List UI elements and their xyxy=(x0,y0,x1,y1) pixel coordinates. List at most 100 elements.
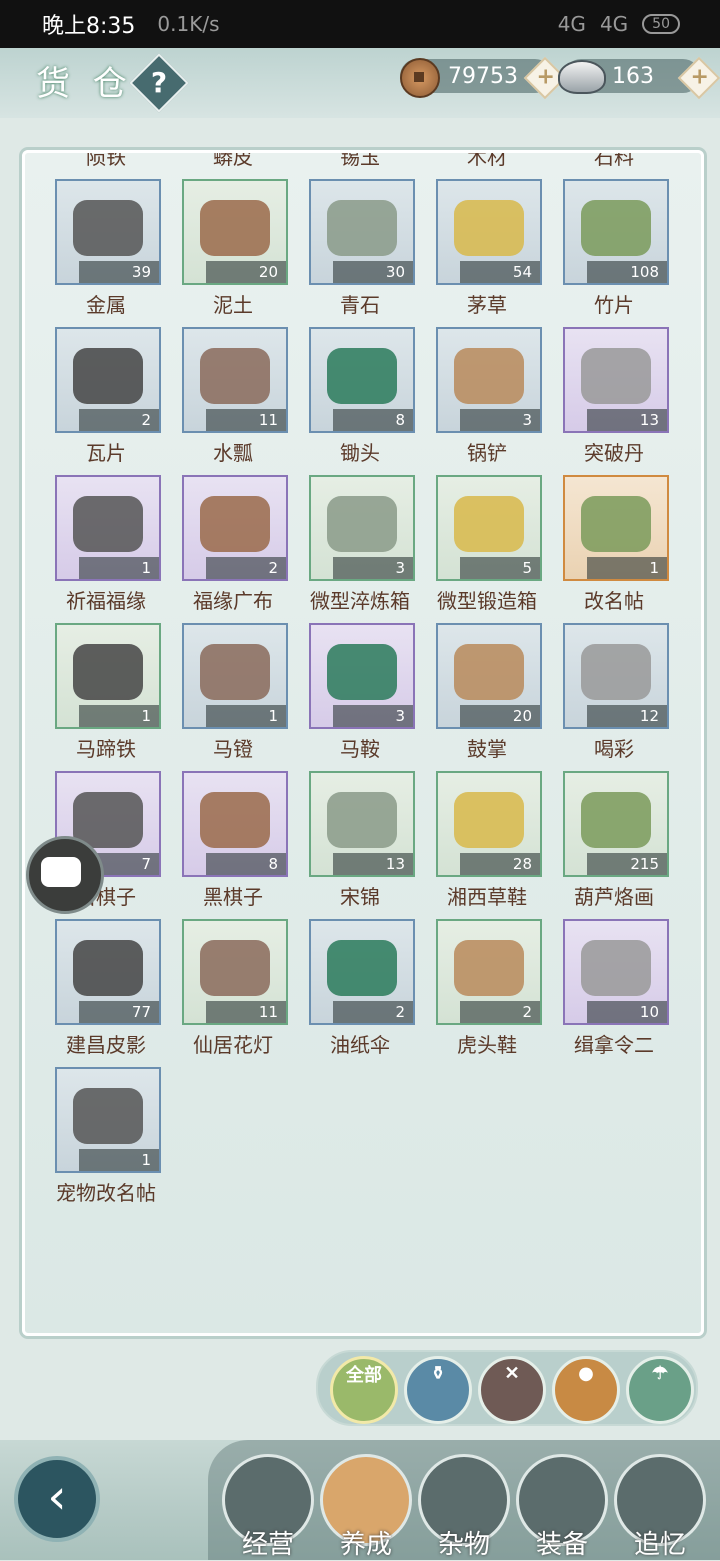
item-tile[interactable]: 10 xyxy=(563,919,669,1025)
inventory-item[interactable]: 39 金属 xyxy=(55,179,161,318)
item-tile[interactable]: 5 xyxy=(436,475,542,581)
inventory-item[interactable]: 4木材 xyxy=(436,153,542,170)
nav-jingying[interactable]: 经营 xyxy=(222,1454,314,1560)
item-quantity: 215 xyxy=(587,853,667,875)
inventory-item[interactable]: 3 微型淬炼箱 xyxy=(309,475,415,614)
item-tile[interactable]: 13 xyxy=(309,771,415,877)
item-tile[interactable]: 8 xyxy=(309,327,415,433)
item-tile[interactable]: 3 xyxy=(436,327,542,433)
item-name: 瓦片 xyxy=(86,441,126,465)
item-tile[interactable]: 2 xyxy=(182,475,288,581)
nav-yangcheng[interactable]: 养成 xyxy=(320,1454,412,1560)
inventory-item[interactable]: 10 缉拿令二 xyxy=(563,919,669,1058)
umbrella-icon xyxy=(327,939,397,996)
item-tile[interactable]: 20 xyxy=(182,179,288,285)
inventory-item[interactable]: 5 微型锻造箱 xyxy=(436,475,542,614)
filter-bag-button[interactable]: ⚱ xyxy=(404,1356,472,1424)
inventory-item[interactable]: 3 锅铲 xyxy=(436,327,542,466)
nav-zhuiyi[interactable]: 追忆 xyxy=(614,1454,706,1560)
item-tile[interactable]: 3 xyxy=(309,475,415,581)
inventory-item[interactable]: 2 虎头鞋 xyxy=(436,919,542,1058)
inventory-item[interactable]: 25蟒皮 xyxy=(182,153,288,170)
inventory-item[interactable]: 30 青石 xyxy=(309,179,415,318)
item-tile[interactable]: 54 xyxy=(436,179,542,285)
item-tile[interactable]: 1 xyxy=(563,475,669,581)
lucky-bag-icon xyxy=(200,495,270,552)
item-tile[interactable]: 1 xyxy=(55,475,161,581)
item-tile[interactable]: 12 xyxy=(563,623,669,729)
item-tile[interactable]: 39 xyxy=(55,179,161,285)
item-tile[interactable]: 108 xyxy=(563,179,669,285)
inventory-item[interactable]: 1 祈福福缘 xyxy=(55,475,161,614)
nav-zawu[interactable]: 杂物 xyxy=(418,1454,510,1560)
item-name: 锅铲 xyxy=(467,441,507,465)
inventory-item[interactable]: 1 改名帖 xyxy=(563,475,669,614)
inventory-item[interactable]: 77 建昌皮影 xyxy=(55,919,161,1058)
inventory-item[interactable]: 20石料 xyxy=(563,153,669,170)
item-tile[interactable]: 2 xyxy=(309,919,415,1025)
inventory-item[interactable]: 11 仙居花灯 xyxy=(182,919,288,1058)
item-quantity: 1 xyxy=(206,705,286,727)
inventory-item[interactable]: 108 竹片 xyxy=(563,179,669,318)
item-tile[interactable]: 1 xyxy=(55,623,161,729)
item-tile[interactable]: 3 xyxy=(309,623,415,729)
signal-4g-1: 4G xyxy=(557,12,586,36)
item-quantity: 1 xyxy=(79,557,159,579)
inventory-item[interactable]: 20 鼓掌 xyxy=(436,623,542,762)
item-tile[interactable]: 1 xyxy=(182,623,288,729)
filter-weapons-button[interactable]: ✕ xyxy=(478,1356,546,1424)
inventory-item[interactable]: 215 葫芦烙画 xyxy=(563,771,669,910)
nav-zhuangbei[interactable]: 装备 xyxy=(516,1454,608,1560)
inventory-item[interactable]: 20 泥土 xyxy=(182,179,288,318)
item-tile[interactable]: 11 xyxy=(182,327,288,433)
item-quantity: 11 xyxy=(206,409,286,431)
item-tile[interactable]: 8 xyxy=(182,771,288,877)
inventory-item[interactable]: 3 马鞍 xyxy=(309,623,415,762)
item-tile[interactable]: 20 xyxy=(436,623,542,729)
inventory-item[interactable]: 8 锄头 xyxy=(309,327,415,466)
item-tile[interactable]: 77 xyxy=(55,919,161,1025)
help-button[interactable]: ? xyxy=(129,53,189,113)
inventory-item[interactable]: 2 福缘广布 xyxy=(182,475,288,614)
inventory-item[interactable]: 11 水瓢 xyxy=(182,327,288,466)
inventory-item[interactable]: 54 茅草 xyxy=(436,179,542,318)
item-tile[interactable]: 30 xyxy=(309,179,415,285)
inventory-item[interactable]: 2 油纸伞 xyxy=(309,919,415,1058)
chat-bubble-button[interactable] xyxy=(26,836,104,914)
item-name: 蟒皮 xyxy=(213,150,253,169)
filter-materials-button[interactable]: ● xyxy=(552,1356,620,1424)
inventory-item[interactable]: 13 突破丹 xyxy=(563,327,669,466)
white-stone-icon xyxy=(73,791,143,848)
item-tile[interactable]: 2 xyxy=(55,327,161,433)
item-tile[interactable]: 1 xyxy=(55,1067,161,1173)
inventory-item[interactable]: 2 瓦片 xyxy=(55,327,161,466)
back-button[interactable]: ‹ xyxy=(14,1456,100,1542)
inventory-item[interactable]: 68陨铁 xyxy=(55,153,161,170)
black-stone-icon xyxy=(200,791,270,848)
item-tile[interactable]: 28 xyxy=(436,771,542,877)
item-quantity: 1 xyxy=(79,1149,159,1171)
bottom-nav: 经营 养成 杂物 装备 追忆 xyxy=(208,1440,720,1560)
item-tile[interactable]: 215 xyxy=(563,771,669,877)
item-name: 微型锻造箱 xyxy=(437,589,537,613)
item-name: 建昌皮影 xyxy=(66,1033,146,1057)
inventory-item[interactable]: 1 马蹄铁 xyxy=(55,623,161,762)
inventory-item[interactable]: 1 马镫 xyxy=(182,623,288,762)
item-tile[interactable]: 2 xyxy=(436,919,542,1025)
inventory-item[interactable]: 12 喝彩 xyxy=(563,623,669,762)
filter-all-button[interactable]: 全部 xyxy=(330,1356,398,1424)
item-name: 油纸伞 xyxy=(330,1033,390,1057)
inventory-item[interactable]: 112锡玉 xyxy=(309,153,415,170)
bluestone-icon xyxy=(327,199,397,256)
inventory-item[interactable]: 28 湘西草鞋 xyxy=(436,771,542,910)
filter-umbrella-button[interactable]: ☂ xyxy=(626,1356,694,1424)
inventory-item[interactable]: 1 宠物改名帖 xyxy=(55,1067,161,1206)
inventory-item[interactable]: 8 黑棋子 xyxy=(182,771,288,910)
roof-tile-icon xyxy=(73,347,143,404)
inventory-item[interactable]: 13 宋锦 xyxy=(309,771,415,910)
item-tile[interactable]: 11 xyxy=(182,919,288,1025)
item-tile[interactable]: 13 xyxy=(563,327,669,433)
rename-card-icon xyxy=(581,495,651,552)
horseshoe-icon xyxy=(73,643,143,700)
item-name: 水瓢 xyxy=(213,441,253,465)
